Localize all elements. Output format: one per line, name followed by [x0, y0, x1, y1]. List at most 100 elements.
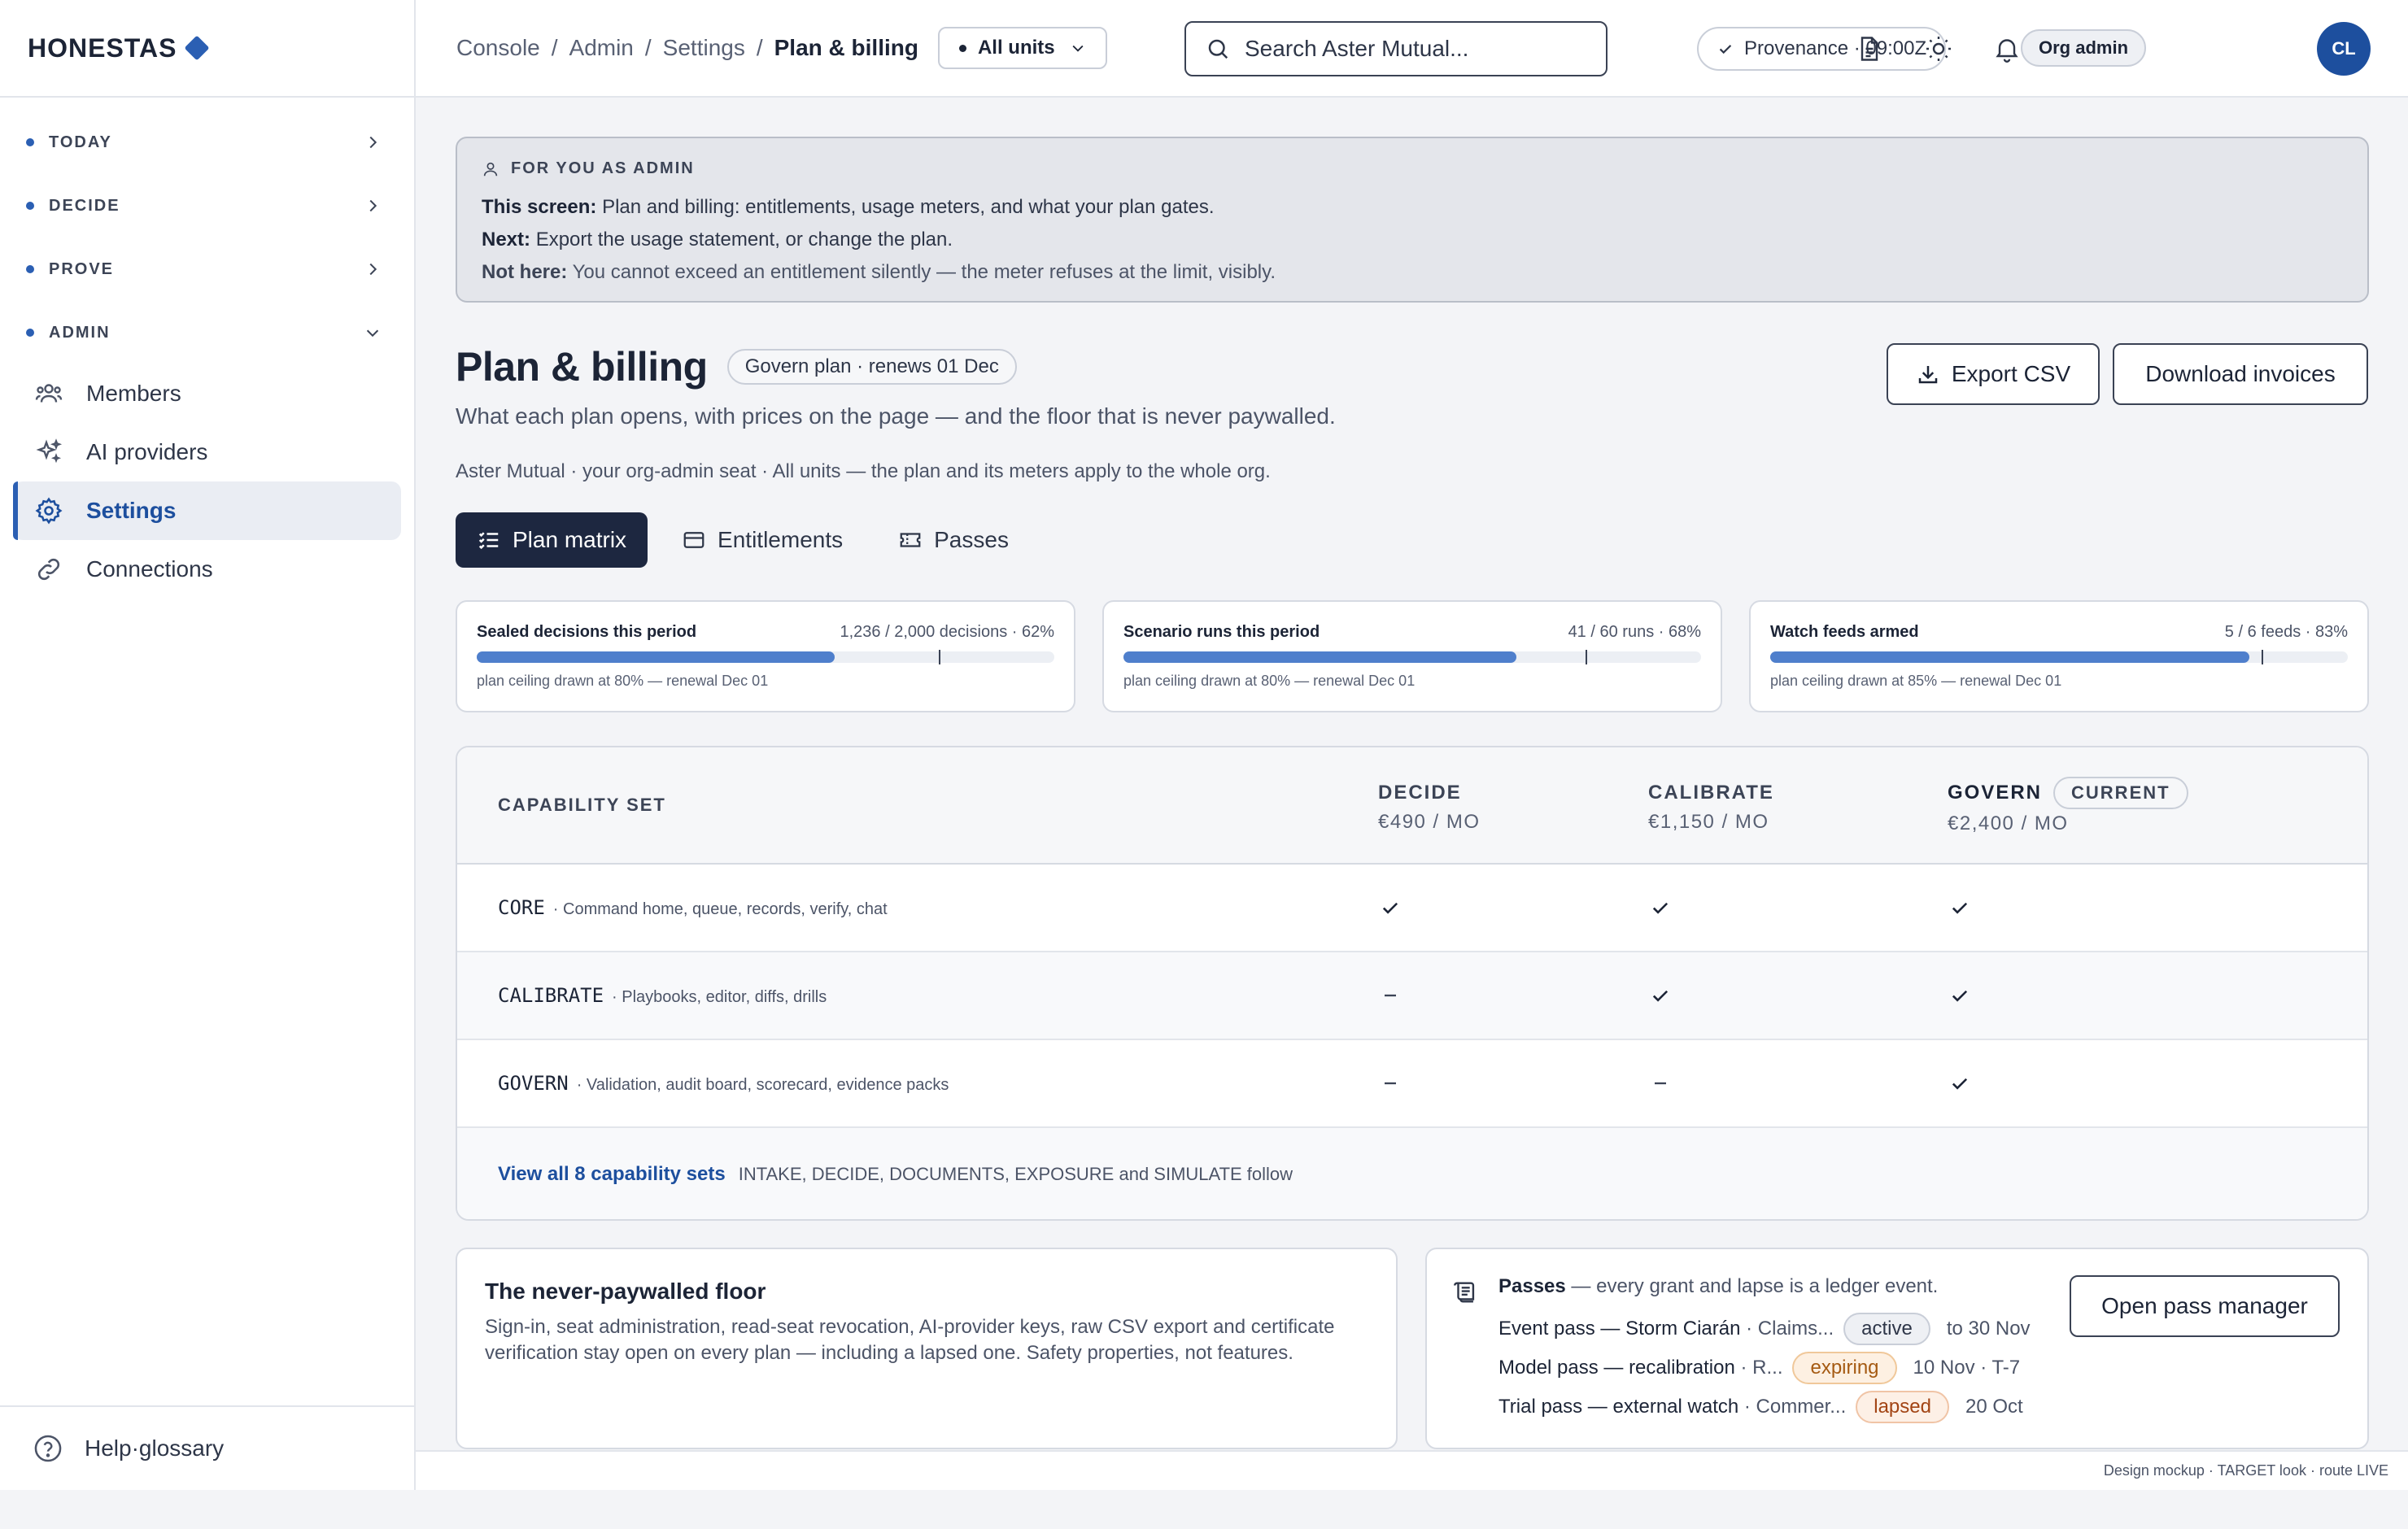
help-circle-icon [34, 1435, 62, 1462]
main-content: FOR YOU AS ADMIN This screen: Plan and b… [416, 98, 2408, 1490]
nav-dot-icon [26, 202, 34, 210]
matrix-cell [1378, 983, 1402, 1008]
banner-kicker: FOR YOU AS ADMIN [482, 159, 2343, 178]
sidebar-item-settings[interactable]: Settings [13, 481, 401, 540]
check-icon [1382, 902, 1398, 914]
pass-row-trial[interactable]: Trial pass — external watch · Commer... … [1498, 1391, 2023, 1423]
capability-code: CORE [498, 896, 545, 919]
plan-name: CALIBRATE [1648, 782, 1774, 804]
pass-row-event[interactable]: Event pass — Storm Ciarán · Claims... ac… [1498, 1313, 2031, 1345]
plan-price: €1,150 / MO [1648, 811, 1769, 833]
chevron-right-icon [369, 136, 377, 149]
avatar[interactable]: CL [2317, 22, 2371, 76]
breadcrumb-separator: / [644, 35, 652, 60]
matrix-cell [1648, 1071, 1673, 1096]
usage-meter-sealed-decisions: Sealed decisions this period 1,236 / 2,0… [456, 600, 1075, 712]
export-csv-button[interactable]: Export CSV [1887, 343, 2100, 405]
units-selector[interactable]: All units [937, 27, 1107, 69]
pass-meta: · R... [1740, 1357, 1783, 1379]
nav-group-today[interactable]: TODAY [0, 111, 414, 174]
meter-note: plan ceiling drawn at 80% — renewal Dec … [477, 673, 769, 689]
download-icon [1918, 366, 1938, 384]
pass-meta: · Claims... [1746, 1318, 1834, 1340]
nav-group-admin[interactable]: ADMIN [0, 301, 414, 364]
search-box [1184, 21, 1608, 76]
chevron-down-icon [1072, 45, 1084, 52]
app-root: HONESTAS TODAY DECIDE PROVE ADMIN Member… [0, 0, 2408, 1529]
nav-group-decide[interactable]: DECIDE [0, 174, 414, 237]
search-input[interactable] [1245, 36, 1586, 62]
tab-entitlements[interactable]: Entitlements [661, 512, 864, 568]
breadcrumb-admin[interactable]: Admin [569, 35, 634, 61]
pass-row-model[interactable]: Model pass — recalibration · R... expiri… [1498, 1352, 2020, 1384]
banner-line-next: Next: Export the usage statement, or cha… [482, 224, 2343, 256]
brand-diamond-icon [184, 35, 210, 61]
page-title: Plan & billing [456, 344, 708, 390]
usage-meter-watch-feeds: Watch feeds armed 5 / 6 feeds · 83% plan… [1749, 600, 2369, 712]
units-selector-label: All units [977, 37, 1055, 59]
sidebar-item-connections[interactable]: Connections [13, 540, 401, 599]
plan-column-calibrate: CALIBRATE €1,150 / MO [1648, 782, 1774, 834]
bell-icon[interactable] [1989, 31, 2025, 67]
open-pass-manager-button[interactable]: Open pass manager [2070, 1275, 2340, 1337]
user-icon [483, 162, 498, 176]
capability-description: · Validation, audit board, scorecard, ev… [576, 1076, 949, 1094]
breadcrumb-console[interactable]: Console [456, 35, 540, 61]
sidebar-item-label: AI providers [86, 439, 208, 464]
nav-group-prove[interactable]: PROVE [0, 237, 414, 301]
matrix-cell [1378, 1071, 1402, 1096]
help-glossary-link[interactable]: Help·glossary [0, 1405, 414, 1490]
capability-code: GOVERN [498, 1072, 569, 1095]
role-badge[interactable]: Org admin [2021, 29, 2147, 67]
banner-line-text: You cannot exceed an entitlement silentl… [572, 261, 1276, 283]
tab-plan-matrix[interactable]: Plan matrix [456, 512, 648, 568]
matrix-cell [1948, 1071, 1972, 1096]
plan-column-govern: GOVERN CURRENT €2,400 / MO [1948, 777, 2188, 835]
dash-icon [1385, 1082, 1396, 1085]
banner-kicker-text: FOR YOU AS ADMIN [511, 159, 695, 177]
plan-price: €490 / MO [1378, 811, 1481, 833]
gear-icon [33, 494, 65, 527]
checklist-icon [478, 532, 499, 550]
banner-line-text: Plan and billing: entitlements, usage me… [602, 196, 1215, 218]
table-row: CORE · Command home, queue, records, ver… [457, 865, 2367, 952]
meter-bar [1123, 650, 1701, 664]
capability-description: · Command home, queue, records, verify, … [552, 900, 888, 918]
plan-column-decide: DECIDE €490 / MO [1378, 782, 1481, 834]
tab-label: Plan matrix [513, 527, 627, 552]
check-icon [1952, 902, 1968, 914]
breadcrumb-settings[interactable]: Settings [663, 35, 745, 61]
matrix-cell [1648, 983, 1673, 1008]
page-subtitle: What each plan opens, with prices on the… [456, 403, 1336, 429]
matrix-cell [1648, 895, 1673, 920]
download-invoices-label: Download invoices [2145, 361, 2336, 386]
banner-line-label: Next: [482, 229, 531, 250]
provenance-badge[interactable]: Provenance · 09:00Z [1697, 27, 1947, 71]
meter-note: plan ceiling drawn at 85% — renewal Dec … [1770, 673, 2062, 689]
sparkle-icon [33, 436, 65, 468]
card-icon [683, 532, 705, 548]
status-bar-text: Design mockup · TARGET look · route LIVE [2103, 1462, 2388, 1479]
capability-cell: GOVERN · Validation, audit board, scorec… [498, 1072, 949, 1095]
theme-sun-icon[interactable] [1921, 31, 1956, 67]
check-icon [1652, 990, 1669, 1002]
status-badge: expiring [1792, 1352, 1897, 1384]
matrix-cell [1948, 983, 1972, 1008]
sidebar-item-ai-providers[interactable]: AI providers [13, 423, 401, 481]
users-icon [33, 377, 65, 410]
pass-meta: · Commer... [1743, 1396, 1847, 1418]
status-badge: lapsed [1856, 1391, 1949, 1423]
nav-dot-icon [26, 138, 34, 146]
check-icon [1952, 990, 1968, 1002]
floor-title: The never-paywalled floor [485, 1279, 766, 1304]
banner-line-label: This screen: [482, 196, 597, 218]
sidebar: HONESTAS TODAY DECIDE PROVE ADMIN Member… [0, 0, 416, 1490]
passes-title: Passes [1498, 1275, 1566, 1297]
sidebar-item-members[interactable]: Members [13, 364, 401, 423]
document-icon[interactable] [1852, 31, 1887, 67]
download-invoices-button[interactable]: Download invoices [2113, 343, 2368, 405]
tab-passes[interactable]: Passes [877, 512, 1030, 568]
view-all-capabilities-link[interactable]: View all 8 capability sets [498, 1163, 726, 1186]
brand[interactable]: HONESTAS [0, 0, 414, 98]
chevron-right-icon [369, 199, 377, 212]
